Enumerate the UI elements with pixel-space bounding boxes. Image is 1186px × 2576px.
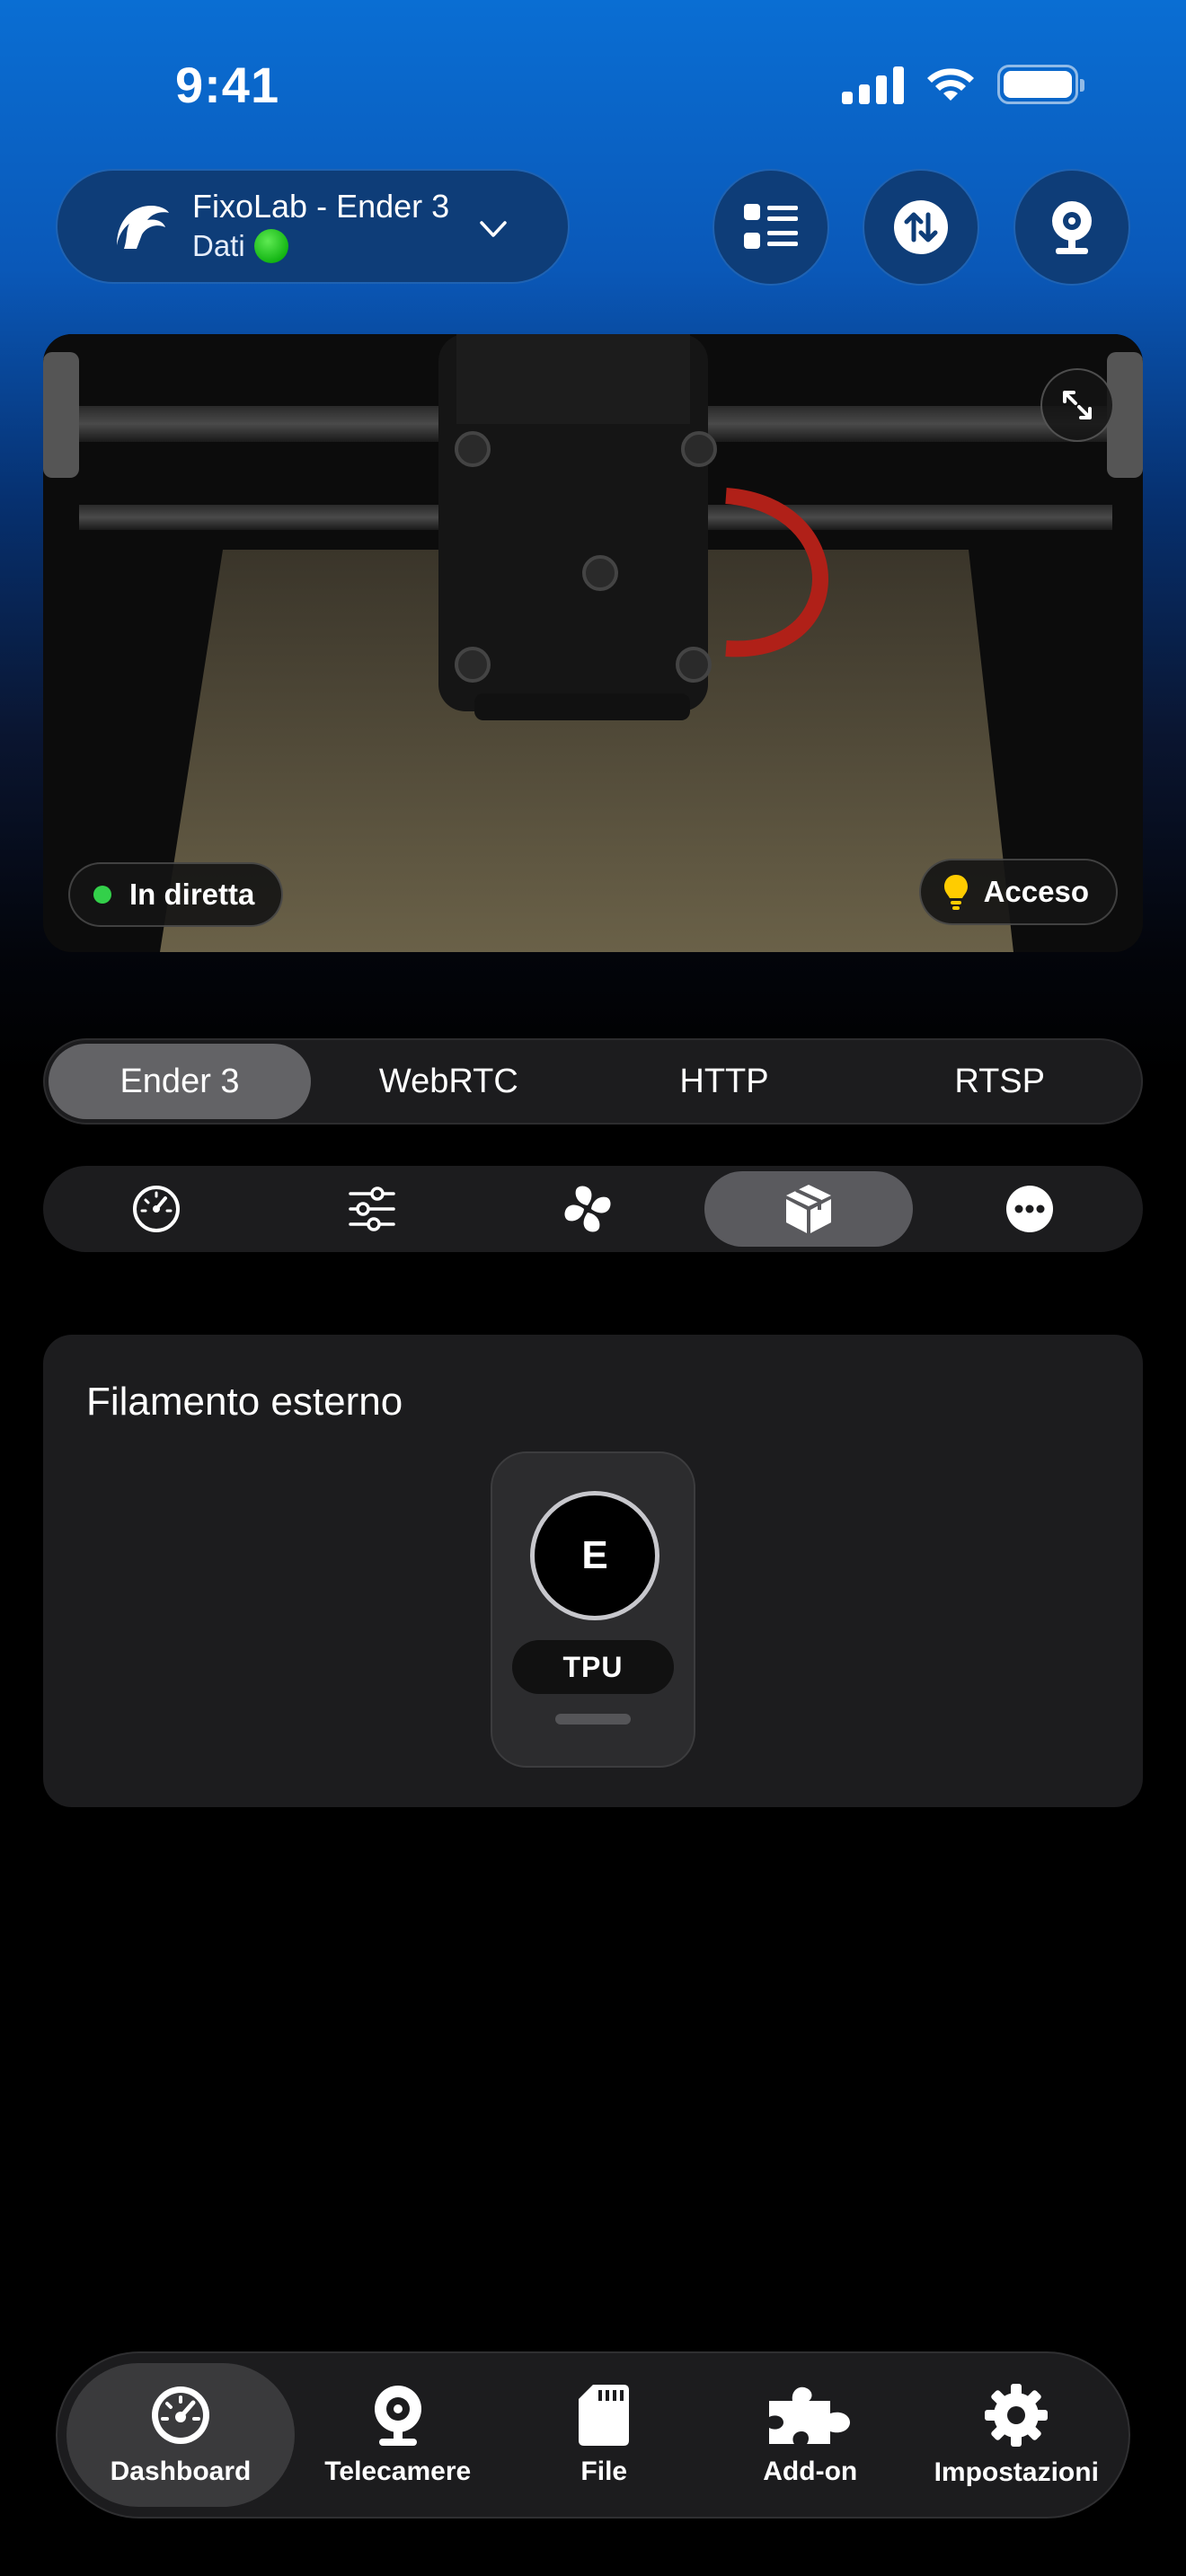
nav-addons-label: Add-on [763, 2457, 858, 2486]
spool-slot-indicator: E [530, 1491, 659, 1620]
status-time: 9:41 [175, 57, 280, 113]
card-title: Filamento esterno [86, 1380, 403, 1424]
nav-addons[interactable]: Add-on [707, 2363, 914, 2507]
webcam-icon [374, 2386, 421, 2446]
more-icon [1006, 1186, 1053, 1232]
tab-rtsp[interactable]: RTSP [862, 1044, 1137, 1119]
tab-ender-3[interactable]: Ender 3 [49, 1044, 311, 1119]
tab-dashboard-gauge[interactable] [49, 1171, 264, 1247]
tab-adjustments[interactable] [264, 1171, 480, 1247]
fan-icon [564, 1186, 611, 1232]
nav-files-label: File [580, 2457, 628, 2486]
spool-handle [555, 1714, 631, 1725]
external-filament-card: Filamento esterno E TPU [43, 1335, 1143, 1807]
stream-tabs: Ender 3 WebRTC HTTP RTSP [43, 1038, 1143, 1125]
puzzle-icon [768, 2386, 850, 2444]
tab-fans[interactable] [480, 1171, 695, 1247]
tab-filament[interactable] [704, 1171, 913, 1247]
nav-cameras[interactable]: Telecamere [295, 2363, 501, 2507]
screen: 9:41 FixoLab - Ender 3 Dati In diretta A… [0, 0, 1186, 2576]
status-icons [842, 65, 1084, 104]
printer-status: Dati [192, 226, 449, 266]
nav-files[interactable]: File [501, 2363, 708, 2507]
filament-material: TPU [512, 1640, 674, 1694]
control-tabs [43, 1166, 1143, 1252]
live-badge: In diretta [68, 862, 284, 927]
nav-dashboard-label: Dashboard [110, 2457, 252, 2486]
printer-selector[interactable]: FixoLab - Ender 3 Dati [56, 169, 570, 284]
printer-info: FixoLab - Ender 3 Dati [192, 187, 449, 266]
transfer-button[interactable] [863, 169, 979, 286]
chevron-down-icon [480, 221, 507, 237]
fullscreen-button[interactable] [1040, 368, 1114, 442]
tab-more[interactable] [922, 1171, 1137, 1247]
lightbulb-icon [943, 875, 968, 910]
light-toggle[interactable]: Acceso [918, 859, 1118, 925]
nav-dashboard[interactable]: Dashboard [66, 2363, 295, 2507]
sliders-icon [349, 1187, 395, 1231]
expand-icon [1063, 391, 1092, 419]
printer-status-label: Dati [192, 229, 245, 262]
online-status-dot [253, 229, 288, 263]
wifi-icon [927, 68, 974, 101]
camera-feed[interactable]: In diretta Acceso [43, 334, 1143, 952]
transfer-icon [894, 200, 948, 254]
printer-name: FixoLab - Ender 3 [192, 188, 450, 225]
box-icon [786, 1185, 831, 1233]
gauge-icon [152, 2386, 209, 2444]
webcam-button[interactable] [1013, 169, 1130, 286]
battery-icon [997, 65, 1084, 104]
filament-spool[interactable]: E TPU [491, 1451, 695, 1768]
tab-webrtc[interactable]: WebRTC [311, 1044, 587, 1119]
cellular-signal-icon [842, 65, 904, 104]
printer-logo-icon [117, 206, 169, 249]
live-label: In diretta [129, 878, 255, 911]
light-label: Acceso [983, 875, 1089, 908]
gear-icon [985, 2384, 1049, 2447]
nav-settings[interactable]: Impostazioni [914, 2363, 1120, 2507]
list-button[interactable] [712, 169, 829, 286]
nav-cameras-label: Telecamere [324, 2457, 472, 2486]
sd-card-icon [579, 2385, 630, 2446]
bottom-navigation: Dashboard Telecamere File Add-on Imposta… [56, 2351, 1130, 2519]
gauge-icon [133, 1186, 180, 1232]
webcam-icon [1052, 201, 1092, 254]
live-indicator-dot [93, 886, 111, 904]
tab-http[interactable]: HTTP [587, 1044, 863, 1119]
nav-settings-label: Impostazioni [934, 2457, 1099, 2487]
list-icon [744, 204, 798, 249]
